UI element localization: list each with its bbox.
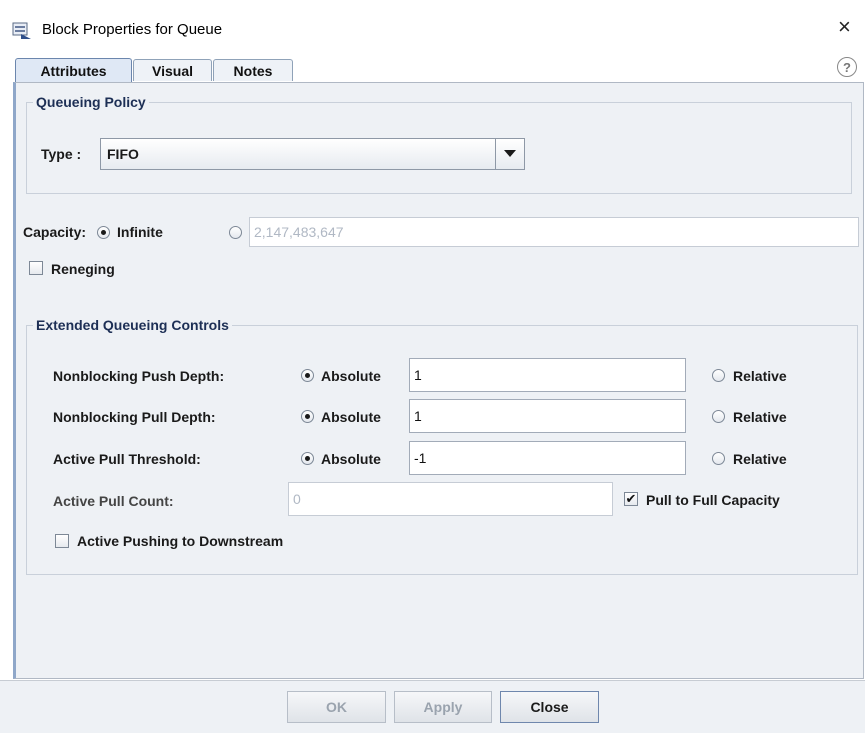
active-pushing-checkbox[interactable] [55, 534, 69, 548]
pull-threshold-absolute-radio[interactable] [301, 452, 314, 465]
reneging-checkbox[interactable] [29, 261, 43, 275]
capacity-finite-radio[interactable] [229, 226, 242, 239]
capacity-infinite-radio[interactable] [97, 226, 110, 239]
ok-button[interactable]: OK [287, 691, 386, 723]
active-pull-count-label: Active Pull Count: [53, 493, 174, 509]
type-label: Type : [41, 146, 82, 162]
pull-threshold-relative-label: Relative [733, 451, 787, 467]
extended-queueing-legend: Extended Queueing Controls [36, 317, 229, 333]
pull-threshold-field[interactable]: -1 [409, 441, 686, 475]
pull-threshold-relative-radio[interactable] [712, 452, 725, 465]
pull-threshold-label: Active Pull Threshold: [53, 451, 201, 467]
pull-depth-absolute-label: Absolute [321, 409, 381, 425]
window-title: Block Properties for Queue [42, 21, 223, 38]
queue-block-icon [12, 22, 32, 40]
push-depth-relative-label: Relative [733, 368, 787, 384]
reneging-label: Reneging [51, 261, 115, 277]
close-window-icon[interactable]: × [838, 16, 851, 38]
push-depth-absolute-radio[interactable] [301, 369, 314, 382]
apply-button[interactable]: Apply [394, 691, 492, 723]
type-combobox[interactable]: FIFO [100, 138, 525, 170]
push-depth-relative-radio[interactable] [712, 369, 725, 382]
pull-to-full-label: Pull to Full Capacity [646, 492, 780, 508]
pull-depth-relative-label: Relative [733, 409, 787, 425]
active-pull-count-field[interactable]: 0 [288, 482, 613, 516]
tab-attributes[interactable]: Attributes [15, 58, 132, 82]
pull-to-full-checkbox[interactable]: ✔ [624, 492, 638, 506]
push-depth-label: Nonblocking Push Depth: [53, 368, 225, 384]
pull-depth-label: Nonblocking Pull Depth: [53, 409, 216, 425]
push-depth-field[interactable]: 1 [409, 358, 686, 392]
pull-depth-relative-radio[interactable] [712, 410, 725, 423]
chevron-down-icon[interactable] [495, 139, 524, 169]
capacity-finite-field[interactable]: 2,147,483,647 [249, 217, 859, 247]
active-pushing-label: Active Pushing to Downstream [77, 533, 284, 549]
push-depth-absolute-label: Absolute [321, 368, 381, 384]
help-icon[interactable]: ? [837, 57, 857, 77]
close-button[interactable]: Close [500, 691, 599, 723]
queueing-policy-legend: Queueing Policy [36, 94, 146, 110]
pull-depth-absolute-radio[interactable] [301, 410, 314, 423]
type-combobox-value: FIFO [107, 146, 139, 162]
capacity-label: Capacity: [23, 224, 87, 240]
pull-depth-field[interactable]: 1 [409, 399, 686, 433]
pull-threshold-absolute-label: Absolute [321, 451, 381, 467]
capacity-infinite-label: Infinite [117, 224, 163, 240]
tab-notes[interactable]: Notes [213, 59, 293, 81]
tab-visual[interactable]: Visual [133, 59, 212, 81]
